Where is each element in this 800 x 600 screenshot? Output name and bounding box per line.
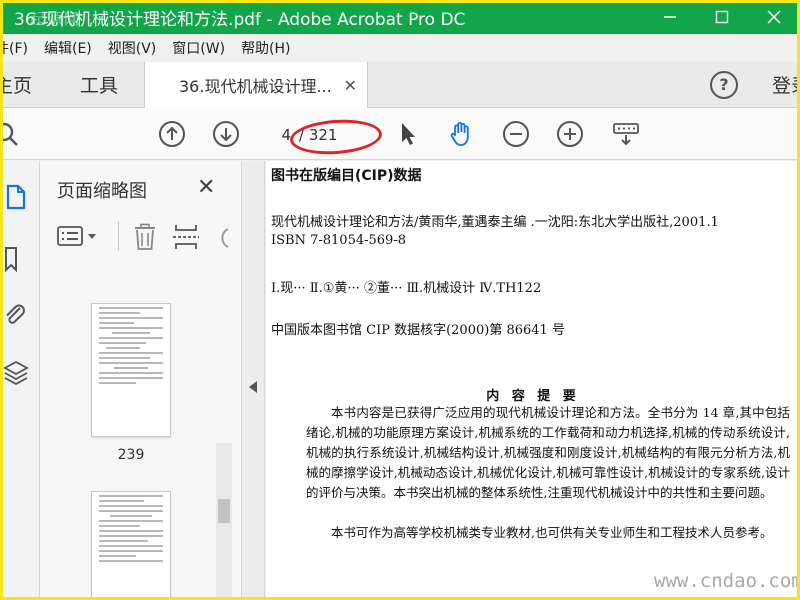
- current-page-input[interactable]: 4: [273, 126, 291, 144]
- tab-home[interactable]: 主页: [0, 62, 64, 107]
- insert-page-icon[interactable]: [172, 223, 200, 255]
- zoom-out-icon[interactable]: [500, 118, 532, 150]
- tab-spacer: [368, 62, 710, 107]
- tab-document-label: 36.现代机械设计理...: [179, 77, 332, 96]
- document-page: 图书在版编目(CIP)数据 现代机械设计理论和方法/黄雨华,董遇泰主编 .一沈阳…: [266, 161, 800, 600]
- layers-icon[interactable]: [2, 359, 30, 387]
- window-title: 36.现代机械设计理论和方法.pdf - Adobe Acrobat Pro D…: [14, 9, 466, 30]
- page-thumbnail-239[interactable]: [91, 303, 171, 437]
- page-thumbnail-next[interactable]: [91, 491, 171, 600]
- site-watermark: www.cndao.com: [654, 570, 800, 592]
- cip-line-2: ISBN 7-81054-569-8: [271, 233, 406, 248]
- previous-page-icon[interactable]: [156, 118, 188, 150]
- maximize-icon[interactable]: [696, 0, 748, 34]
- title-bar: 起源网 36.现代机械设计理论和方法.pdf - Adobe Acrobat P…: [0, 0, 800, 34]
- minimize-icon[interactable]: [644, 0, 696, 34]
- thumbnail-scrollbar[interactable]: [216, 443, 232, 600]
- abstract-paragraph-2: 本书可作为高等学校机械类专业教材,也可供有关专业师生和工程技术人员参考。: [331, 525, 773, 540]
- menu-file[interactable]: 件(F): [0, 38, 39, 58]
- bookmark-icon[interactable]: [2, 245, 30, 273]
- thumbnail-label: 239: [117, 447, 145, 463]
- panel-title: 页面缩略图: [57, 181, 147, 202]
- delete-page-icon[interactable]: [132, 223, 158, 255]
- zoom-in-icon[interactable]: [554, 118, 586, 150]
- panel-collapse-gutter[interactable]: [243, 161, 265, 600]
- close-icon[interactable]: [748, 0, 800, 34]
- cip-line-1: 现代机械设计理论和方法/黄雨华,董遇泰主编 .一沈阳:东北大学出版社,2001.…: [271, 215, 719, 230]
- hand-tool-icon[interactable]: [445, 118, 477, 150]
- keyboard-icon[interactable]: [610, 118, 642, 150]
- panel-toolbar: [52, 221, 242, 257]
- menu-bar: 件(F) 编辑(E) 视图(V) 窗口(W) 帮助(H): [0, 34, 800, 62]
- window-controls: [644, 0, 800, 34]
- tab-document[interactable]: 36.现代机械设计理... ✕: [144, 62, 368, 108]
- zoom-search-icon[interactable]: [0, 118, 22, 150]
- panel-tool-divider: [118, 221, 119, 251]
- login-button[interactable]: 登录: [772, 71, 800, 98]
- site-logo-watermark: 起源网: [30, 10, 82, 28]
- help-icon[interactable]: ?: [709, 70, 738, 99]
- toolbar: 4 / 321: [0, 108, 800, 160]
- tab-tools[interactable]: 工具: [64, 62, 134, 107]
- thumbnail-options-icon[interactable]: [56, 223, 100, 253]
- menu-edit[interactable]: 编辑(E): [39, 38, 103, 58]
- abstract-paragraph-1: 本书内容是已获得广泛应用的现代机械设计理论和方法。全书分为 14 章,其中包括绪…: [306, 405, 790, 500]
- panel-close-icon[interactable]: ✕: [197, 175, 215, 200]
- menu-help[interactable]: 帮助(H): [236, 38, 301, 58]
- menu-view[interactable]: 视图(V): [103, 38, 168, 58]
- navigation-rail: [0, 161, 40, 600]
- cip-title: 图书在版编目(CIP)数据: [271, 168, 422, 184]
- abstract-title: 内 容 提 要: [486, 389, 580, 404]
- collapse-arrow-icon[interactable]: [249, 381, 257, 393]
- page-thumbnails-icon[interactable]: [2, 183, 30, 211]
- rotate-page-icon[interactable]: [214, 223, 232, 255]
- cip-line-3: Ⅰ.现··· Ⅱ.①黄··· ②董··· Ⅲ.机械设计 Ⅳ.TH122: [271, 281, 542, 296]
- next-page-icon[interactable]: [210, 118, 242, 150]
- attachment-icon[interactable]: [2, 301, 30, 329]
- tab-bar: 主页 工具 36.现代机械设计理... ✕ ? 登录: [0, 62, 800, 108]
- tab-close-icon[interactable]: ✕: [344, 76, 357, 95]
- menu-window[interactable]: 窗口(W): [167, 38, 236, 58]
- cip-line-4: 中国版本图书馆 CIP 数据核字(2000)第 86641 号: [271, 323, 565, 338]
- scrollbar-thumb[interactable]: [218, 499, 230, 523]
- thumbnails-panel: 页面缩略图 ✕ 239: [40, 161, 242, 600]
- select-cursor-icon[interactable]: [392, 118, 424, 150]
